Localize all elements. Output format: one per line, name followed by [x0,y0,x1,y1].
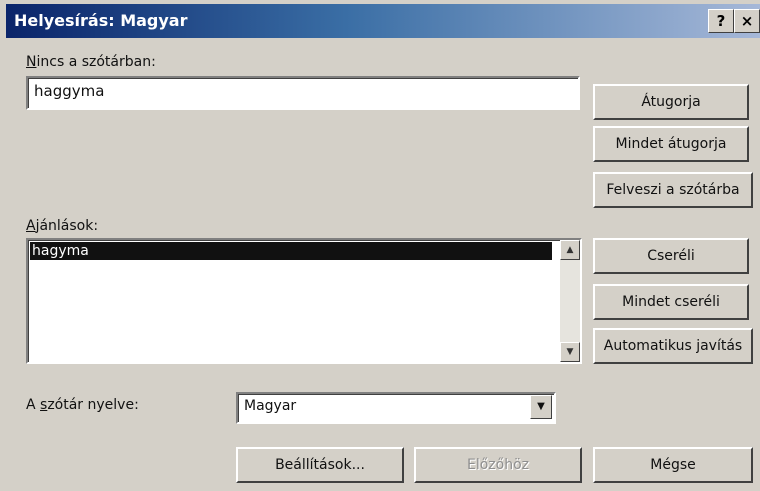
not-in-dictionary-field[interactable]: haggyma [26,76,580,110]
help-icon: ? [716,12,726,30]
change-button[interactable]: Cseréli [593,238,749,274]
list-item[interactable]: hagyma [30,242,552,260]
change-all-button[interactable]: Mindet cseréli [593,284,749,320]
dictionary-language-label: A szótár nyelve: [26,397,139,413]
not-in-dictionary-label: Nincs a szótárban: [26,54,156,70]
add-to-dictionary-button[interactable]: Felveszi a szótárba [593,172,753,208]
title-bar: Helyesírás: Magyar ? × [6,4,760,38]
up-arrow-icon: ▲ [566,245,574,255]
scroll-up-button[interactable]: ▲ [560,240,580,260]
suggestions-scrollbar[interactable]: ▲ ▼ [560,240,580,362]
options-button[interactable]: Beállítások... [236,447,404,483]
misspelled-word: haggyma [34,82,105,100]
help-button[interactable]: ? [708,9,734,33]
spelling-dialog: Helyesírás: Magyar ? × Nincs a szótárban… [0,0,760,491]
cancel-button[interactable]: Mégse [593,447,753,483]
dictionary-language-value: Magyar [244,398,297,414]
chevron-down-icon: ▼ [537,401,545,412]
close-icon: × [740,12,754,30]
autocorrect-button[interactable]: Automatikus javítás [593,328,753,364]
dictionary-language-select[interactable]: Magyar ▼ [236,392,556,424]
undo-button[interactable]: Előzőhöz [414,447,582,483]
down-arrow-icon: ▼ [566,347,574,357]
close-button[interactable]: × [734,9,760,33]
suggestions-list[interactable]: hagyma ▲ ▼ [26,238,582,364]
ignore-button[interactable]: Átugorja [593,84,749,120]
ignore-all-button[interactable]: Mindet átugorja [593,126,749,162]
suggestions-label: Ajánlások: [26,218,99,234]
dropdown-button[interactable]: ▼ [530,395,552,419]
scroll-down-button[interactable]: ▼ [560,342,580,362]
dialog-title: Helyesírás: Magyar [14,11,188,30]
